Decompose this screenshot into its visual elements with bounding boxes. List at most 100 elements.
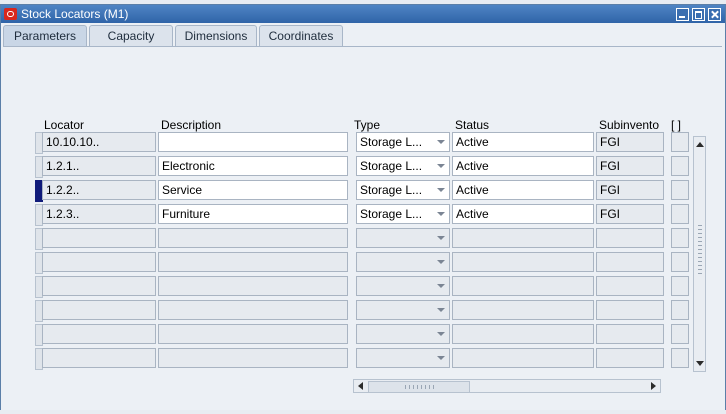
subinventory-cell[interactable] bbox=[596, 228, 664, 248]
locator-cell[interactable] bbox=[42, 228, 156, 248]
chevron-down-icon[interactable] bbox=[437, 188, 445, 192]
horizontal-scrollbar[interactable] bbox=[353, 379, 661, 393]
scroll-down-icon[interactable] bbox=[696, 361, 704, 366]
flexfield-cell[interactable] bbox=[671, 204, 689, 224]
subinventory-cell[interactable]: FGI bbox=[596, 180, 664, 200]
type-text: Storage L... bbox=[360, 207, 423, 221]
stock-locators-window: Stock Locators (M1) Parameters Capacity … bbox=[0, 4, 726, 412]
chevron-down-icon[interactable] bbox=[437, 332, 445, 336]
scroll-grip-icon[interactable] bbox=[698, 225, 702, 275]
description-cell[interactable] bbox=[158, 132, 348, 152]
flexfield-cell[interactable] bbox=[671, 180, 689, 200]
status-cell[interactable]: Active bbox=[452, 132, 594, 152]
scroll-right-icon[interactable] bbox=[651, 382, 656, 390]
type-text: Storage L... bbox=[360, 183, 423, 197]
tab-coordinates[interactable]: Coordinates bbox=[259, 25, 343, 47]
subinventory-cell[interactable]: FGI bbox=[596, 204, 664, 224]
header-locator: Locator bbox=[44, 118, 85, 132]
locator-cell[interactable]: 10.10.10.. bbox=[42, 132, 156, 152]
chevron-down-icon[interactable] bbox=[437, 260, 445, 264]
type-text: Storage L... bbox=[360, 159, 423, 173]
flexfield-cell[interactable] bbox=[671, 348, 689, 368]
description-cell[interactable] bbox=[158, 228, 348, 248]
locator-cell[interactable] bbox=[42, 276, 156, 296]
locator-cell[interactable] bbox=[42, 348, 156, 368]
window-title: Stock Locators (M1) bbox=[21, 7, 129, 21]
type-select[interactable]: Storage L... bbox=[356, 156, 450, 176]
status-cell[interactable] bbox=[452, 300, 594, 320]
tab-dimensions[interactable]: Dimensions bbox=[175, 25, 257, 47]
subinventory-cell[interactable]: FGI bbox=[596, 156, 664, 176]
chevron-down-icon[interactable] bbox=[437, 164, 445, 168]
description-text: Furniture bbox=[162, 207, 211, 221]
subinventory-cell[interactable] bbox=[596, 252, 664, 272]
chevron-down-icon[interactable] bbox=[437, 356, 445, 360]
status-cell[interactable]: Active bbox=[452, 204, 594, 224]
subinventory-cell[interactable] bbox=[596, 348, 664, 368]
type-select[interactable] bbox=[356, 228, 450, 248]
status-text: Active bbox=[456, 207, 489, 221]
subinventory-cell[interactable] bbox=[596, 300, 664, 320]
status-cell[interactable] bbox=[452, 276, 594, 296]
description-cell[interactable]: Service bbox=[158, 180, 348, 200]
locator-cell[interactable] bbox=[42, 252, 156, 272]
chevron-down-icon[interactable] bbox=[437, 236, 445, 240]
status-cell[interactable]: Active bbox=[452, 156, 594, 176]
status-text: Active bbox=[456, 135, 489, 149]
subinventory-cell[interactable] bbox=[596, 324, 664, 344]
type-select[interactable] bbox=[356, 324, 450, 344]
status-cell[interactable] bbox=[452, 252, 594, 272]
description-cell[interactable] bbox=[158, 252, 348, 272]
locator-cell[interactable] bbox=[42, 300, 156, 320]
locator-cell[interactable]: 1.2.3.. bbox=[42, 204, 156, 224]
type-select[interactable] bbox=[356, 348, 450, 368]
description-cell[interactable]: Furniture bbox=[158, 204, 348, 224]
status-text: Active bbox=[456, 183, 489, 197]
status-cell[interactable] bbox=[452, 228, 594, 248]
type-select[interactable] bbox=[356, 300, 450, 320]
type-select[interactable]: Storage L... bbox=[356, 180, 450, 200]
type-select[interactable] bbox=[356, 276, 450, 296]
vertical-scrollbar[interactable] bbox=[693, 136, 706, 372]
scroll-left-icon[interactable] bbox=[358, 382, 363, 390]
locator-text: 10.10.10.. bbox=[46, 135, 100, 149]
status-cell[interactable] bbox=[452, 348, 594, 368]
chevron-down-icon[interactable] bbox=[437, 140, 445, 144]
minimize-icon[interactable] bbox=[676, 8, 689, 21]
description-cell[interactable] bbox=[158, 300, 348, 320]
type-select[interactable]: Storage L... bbox=[356, 204, 450, 224]
locator-cell[interactable]: 1.2.2.. bbox=[42, 180, 156, 200]
title-bar[interactable]: Stock Locators (M1) bbox=[1, 5, 725, 23]
subinventory-cell[interactable]: FGI bbox=[596, 132, 664, 152]
scroll-up-icon[interactable] bbox=[696, 142, 704, 147]
description-cell[interactable] bbox=[158, 348, 348, 368]
type-select[interactable] bbox=[356, 252, 450, 272]
flexfield-cell[interactable] bbox=[671, 156, 689, 176]
flexfield-cell[interactable] bbox=[671, 276, 689, 296]
description-cell[interactable]: Electronic bbox=[158, 156, 348, 176]
flexfield-cell[interactable] bbox=[671, 324, 689, 344]
type-text: Storage L... bbox=[360, 135, 423, 149]
maximize-icon[interactable] bbox=[692, 8, 705, 21]
subinventory-cell[interactable] bbox=[596, 276, 664, 296]
tab-parameters[interactable]: Parameters bbox=[3, 25, 87, 48]
flexfield-cell[interactable] bbox=[671, 300, 689, 320]
close-icon[interactable] bbox=[708, 8, 721, 21]
chevron-down-icon[interactable] bbox=[437, 284, 445, 288]
type-select[interactable]: Storage L... bbox=[356, 132, 450, 152]
chevron-down-icon[interactable] bbox=[437, 308, 445, 312]
flexfield-cell[interactable] bbox=[671, 132, 689, 152]
chevron-down-icon[interactable] bbox=[437, 212, 445, 216]
locator-cell[interactable]: 1.2.1.. bbox=[42, 156, 156, 176]
description-cell[interactable] bbox=[158, 276, 348, 296]
scroll-grip-icon bbox=[405, 385, 435, 389]
locator-cell[interactable] bbox=[42, 324, 156, 344]
status-cell[interactable]: Active bbox=[452, 180, 594, 200]
flexfield-cell[interactable] bbox=[671, 228, 689, 248]
description-text: Service bbox=[162, 183, 203, 197]
description-cell[interactable] bbox=[158, 324, 348, 344]
flexfield-cell[interactable] bbox=[671, 252, 689, 272]
status-cell[interactable] bbox=[452, 324, 594, 344]
tab-capacity[interactable]: Capacity bbox=[89, 25, 173, 47]
scroll-thumb[interactable] bbox=[368, 381, 470, 393]
